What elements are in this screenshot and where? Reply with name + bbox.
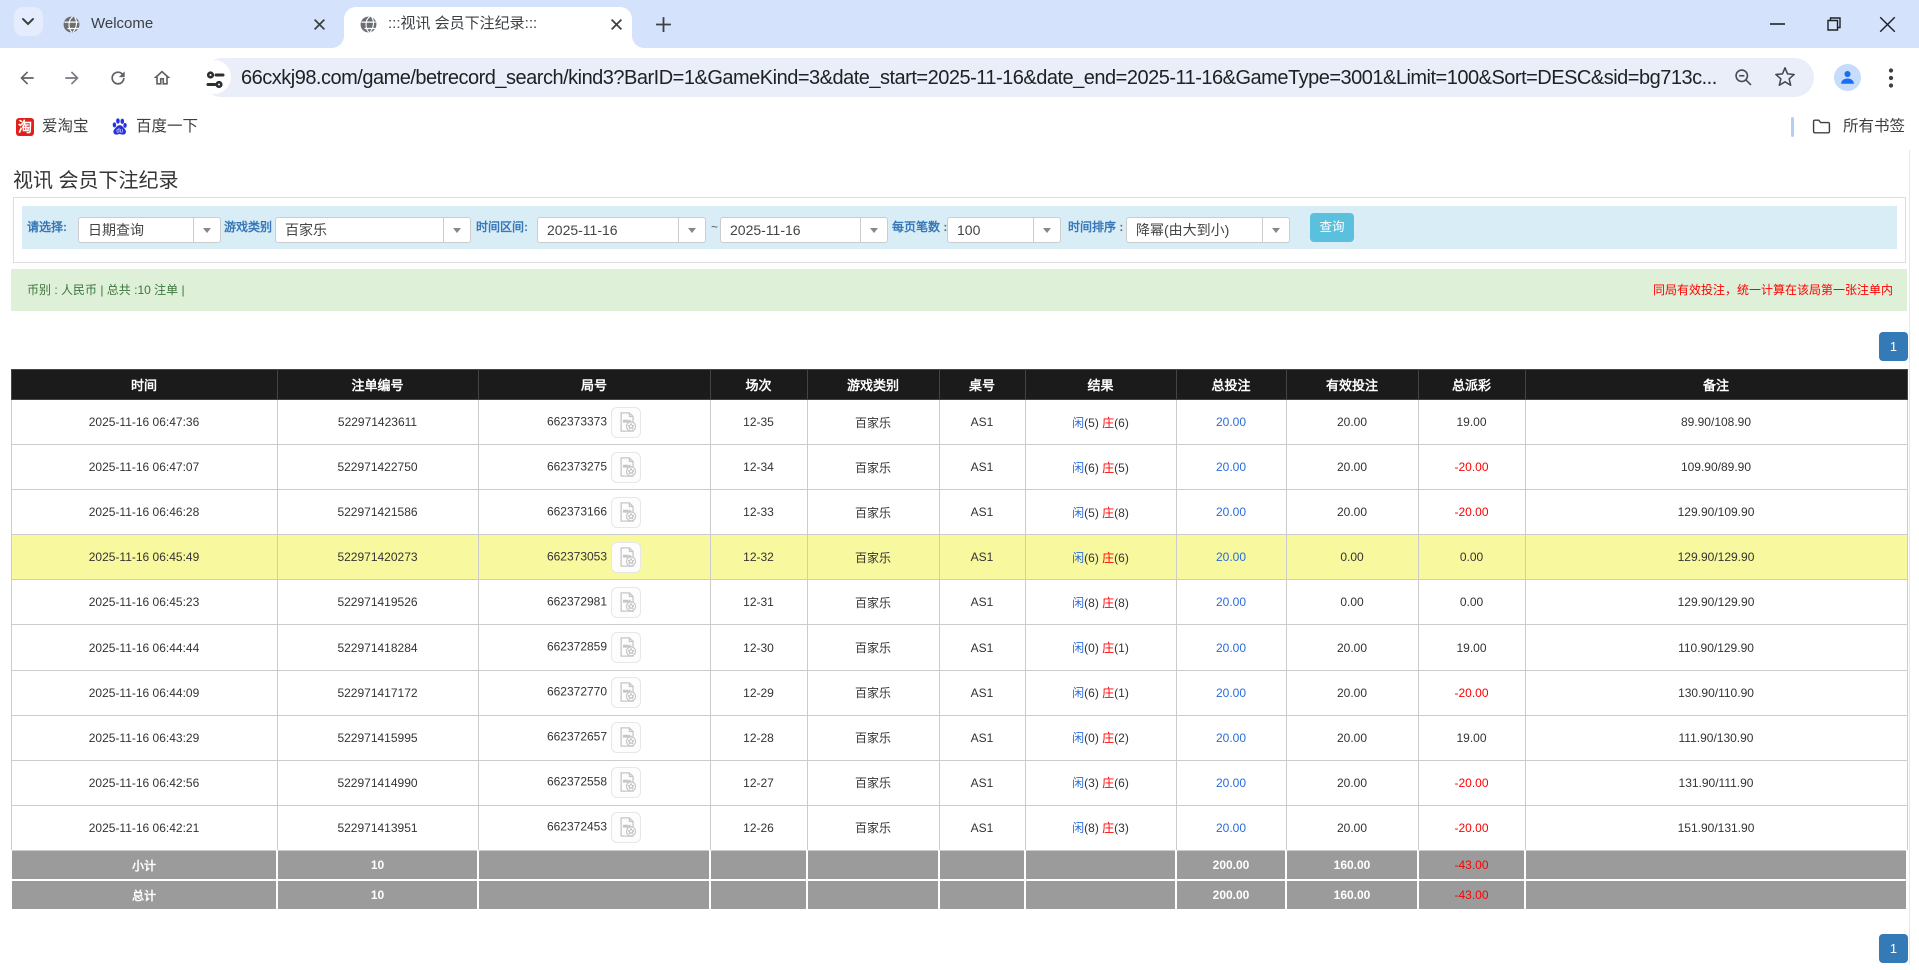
- svg-text:du: du: [116, 128, 123, 134]
